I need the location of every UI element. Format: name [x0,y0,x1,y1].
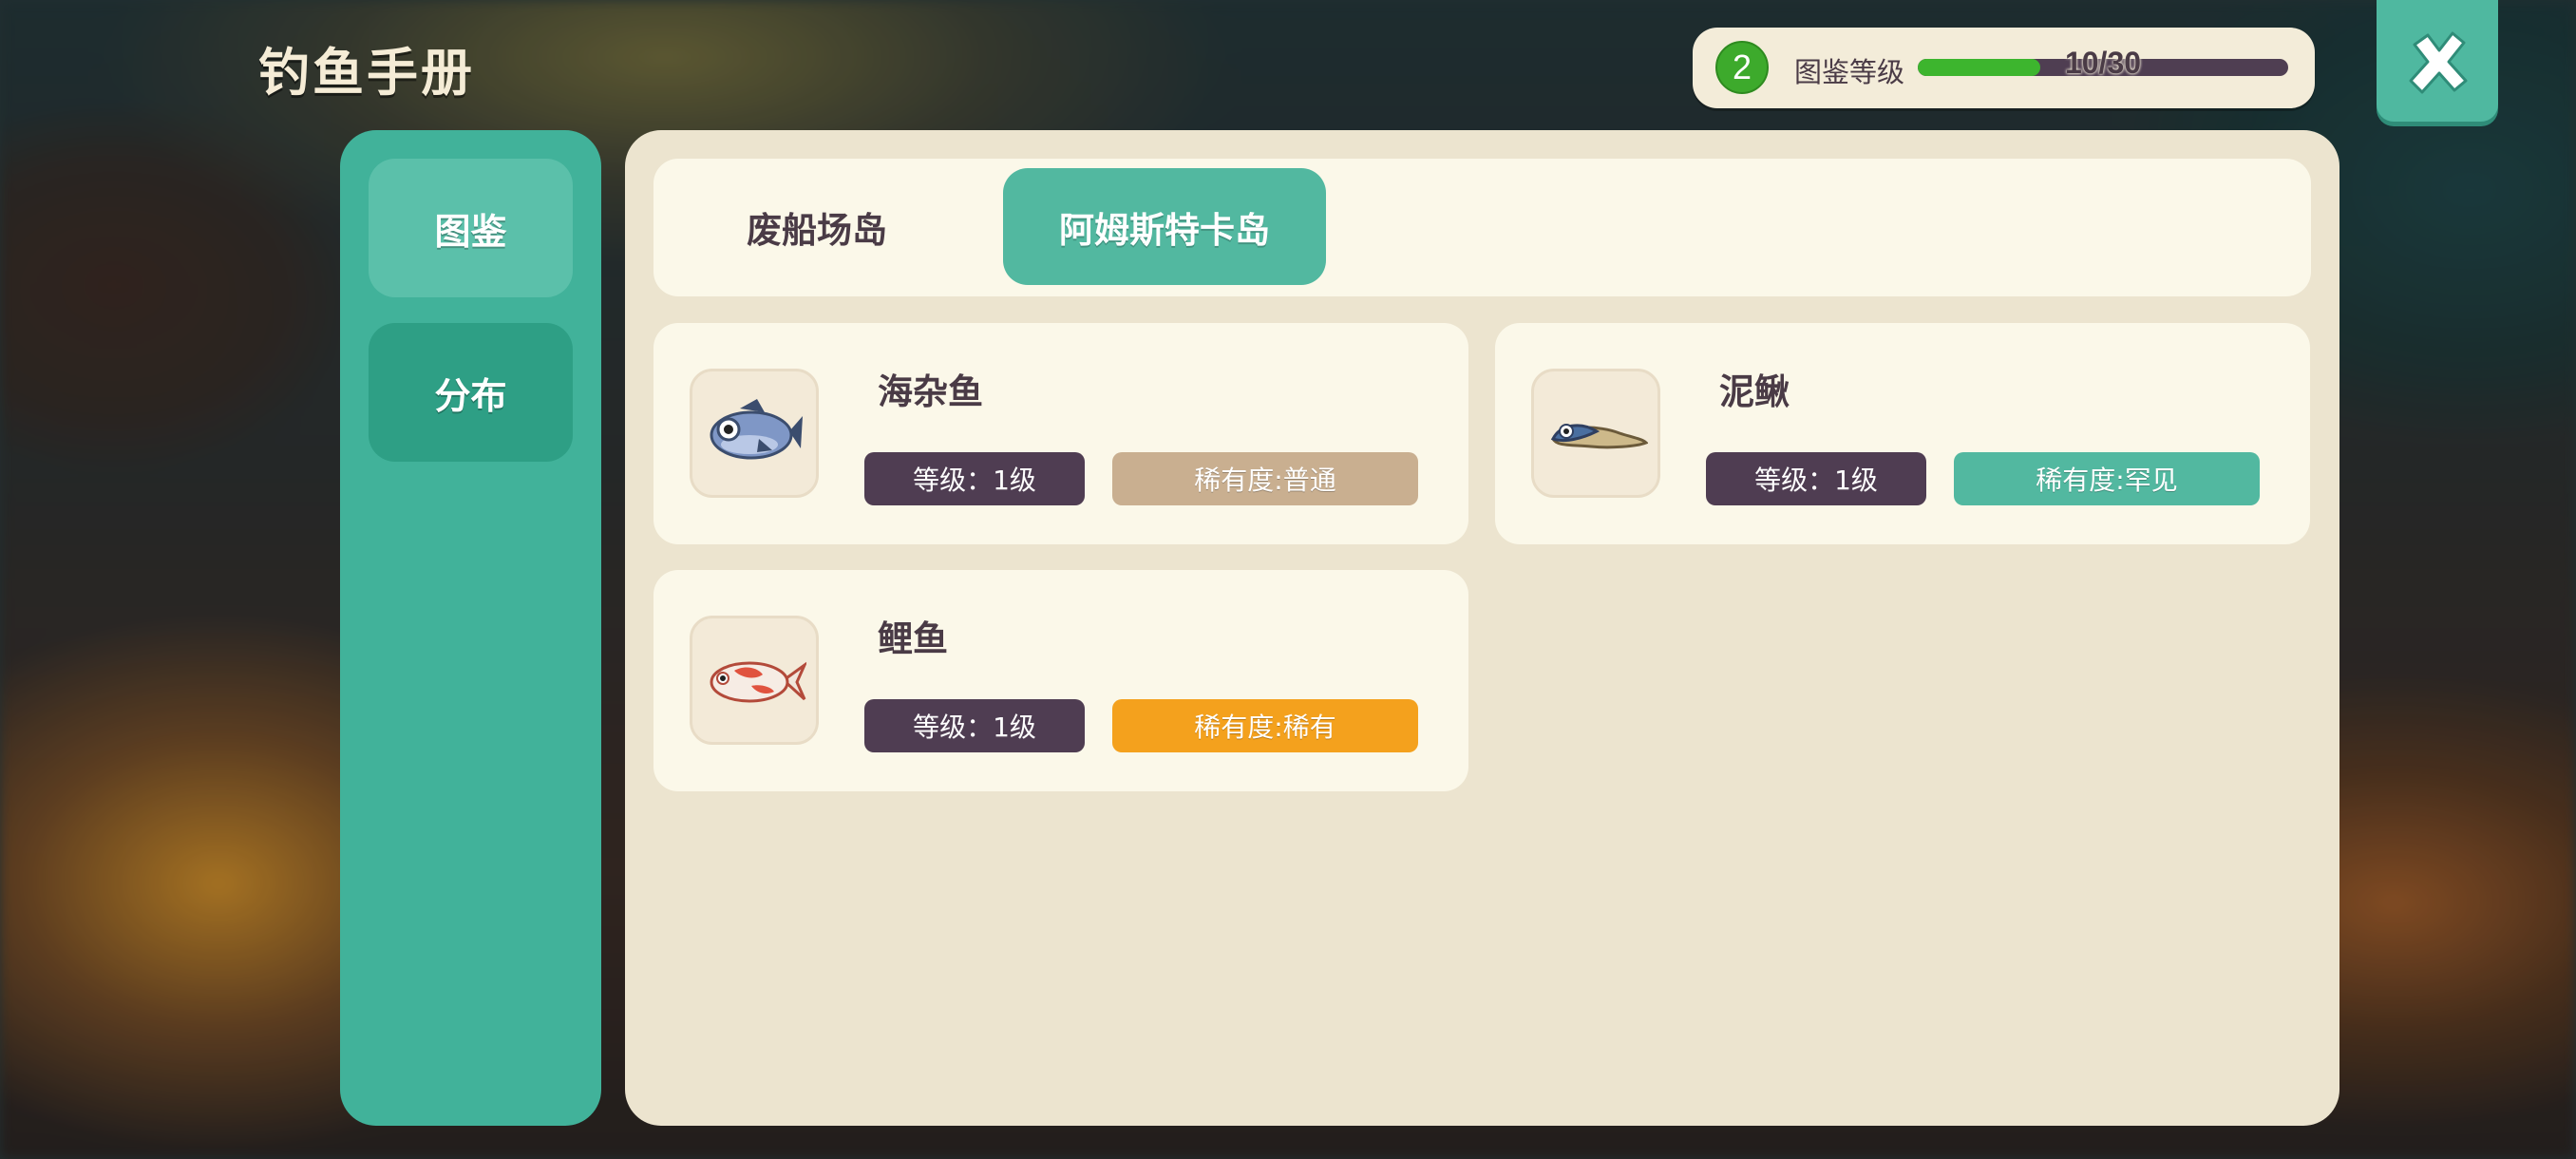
level-label: 图鉴等级 [1794,56,1905,88]
fish-card[interactable]: 鲤鱼 等级：1级 稀有度:稀有 [653,570,1468,791]
koi-fish-icon [710,661,806,703]
sidebar: 图鉴 分布 [340,130,601,1126]
fish-thumbnail [1531,369,1660,498]
fish-card[interactable]: 泥鳅 等级：1级 稀有度:罕见 [1495,323,2310,544]
blue-fish-icon [710,399,803,460]
fish-name: 泥鳅 [1719,371,1790,412]
fish-level-badge: 等级：1级 [864,452,1085,505]
island-tab-bar: 废船场岛 阿姆斯特卡岛 [653,159,2311,296]
fish-card[interactable]: 海杂鱼 等级：1级 稀有度:普通 [653,323,1468,544]
sidebar-item-collection[interactable]: 图鉴 [369,159,573,297]
sidebar-item-distribution[interactable]: 分布 [369,323,573,462]
fish-rarity-badge: 稀有度:普通 [1112,452,1418,505]
close-button[interactable] [2377,0,2498,122]
collection-level-panel: 2 图鉴等级 10/30 [1693,28,2315,108]
loach-icon [1550,424,1648,449]
level-badge: 2 [1712,37,1772,98]
fish-rarity-badge: 稀有度:罕见 [1954,452,2260,505]
fish-thumbnail [690,369,819,498]
fish-level-badge: 等级：1级 [864,699,1085,752]
tab-shipwreck-island[interactable]: 废船场岛 [693,168,940,285]
fish-name: 海杂鱼 [878,371,983,412]
close-x-icon [2409,31,2468,94]
fish-name: 鲤鱼 [878,618,948,659]
fish-thumbnail [690,616,819,745]
main-panel: 废船场岛 阿姆斯特卡岛 海杂鱼 等级：1级 稀有度:普通 泥鳅 等级：1级 稀有… [625,130,2339,1126]
page-title: 钓鱼手册 [258,43,475,103]
level-progress-text: 10/30 [2064,46,2142,80]
fish-level-badge: 等级：1级 [1706,452,1926,505]
fish-rarity-badge: 稀有度:稀有 [1112,699,1418,752]
tab-amsterka-island[interactable]: 阿姆斯特卡岛 [1003,168,1326,285]
